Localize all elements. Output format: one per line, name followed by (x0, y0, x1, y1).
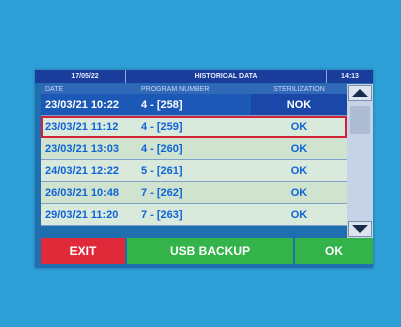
scrollbar[interactable] (347, 84, 373, 238)
hmi-screen: 17/05/22 HISTORICAL DATA 14:13 DATE PROG… (35, 70, 373, 268)
row-program: 7 - [262] (141, 186, 183, 199)
ok-button[interactable]: OK (295, 238, 373, 264)
row-sterilization: OK (290, 120, 308, 133)
row-date: 24/03/21 12:22 (45, 164, 120, 177)
table-row[interactable]: 26/03/21 10:48 7 - [262] OK (41, 182, 347, 204)
scrollbar-thumb[interactable] (350, 106, 370, 134)
table-row[interactable]: 29/03/21 11:20 7 - [263] OK (41, 204, 347, 226)
arrow-up-icon (352, 89, 368, 97)
scroll-down-button[interactable] (348, 221, 372, 237)
table-row[interactable]: 23/03/21 10:22 4 - [258] NOK (41, 94, 347, 116)
row-program: 4 - [258] (141, 98, 183, 111)
row-date: 29/03/21 11:20 (45, 208, 119, 221)
row-sterilization: OK (290, 164, 308, 177)
row-sterilization: OK (290, 208, 308, 221)
row-date: 23/03/21 11:12 (45, 120, 119, 133)
scroll-up-button[interactable] (348, 85, 372, 101)
current-time: 14:13 (341, 73, 359, 80)
column-header-sterilization: STERILIZATION (273, 85, 325, 93)
row-program: 7 - [263] (141, 208, 183, 221)
history-list: 23/03/21 10:22 4 - [258] NOK 23/03/21 11… (41, 94, 347, 238)
table-header: DATE PROGRAM NUMBER STERILIZATION (41, 84, 347, 94)
table-row-selected[interactable]: 23/03/21 11:12 4 - [259] OK (41, 116, 347, 138)
usb-backup-button[interactable]: USB BACKUP (125, 238, 295, 264)
column-header-date: DATE (45, 85, 64, 93)
arrow-down-icon (352, 225, 368, 233)
row-program: 4 - [260] (141, 142, 183, 155)
row-date: 26/03/21 10:48 (45, 186, 120, 199)
table-row[interactable]: 23/03/21 13:03 4 - [260] OK (41, 138, 347, 160)
exit-button[interactable]: EXIT (41, 238, 125, 264)
row-program: 4 - [259] (141, 120, 183, 133)
column-header-program: PROGRAM NUMBER (141, 85, 210, 93)
row-program: 5 - [261] (141, 164, 183, 177)
table-row[interactable]: 24/03/21 12:22 5 - [261] OK (41, 160, 347, 182)
row-date: 23/03/21 13:03 (45, 142, 120, 155)
footer-buttons: EXIT USB BACKUP OK (41, 238, 373, 264)
screen-title: HISTORICAL DATA (125, 70, 327, 83)
row-sterilization: NOK (251, 94, 347, 115)
top-bar: 17/05/22 HISTORICAL DATA 14:13 (35, 70, 373, 83)
current-date: 17/05/22 (71, 73, 99, 80)
row-sterilization: OK (290, 186, 308, 199)
row-date: 23/03/21 10:22 (45, 98, 120, 111)
row-sterilization: OK (290, 142, 308, 155)
